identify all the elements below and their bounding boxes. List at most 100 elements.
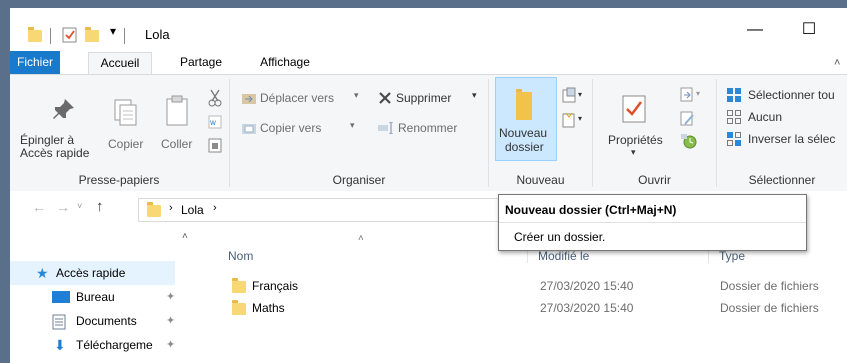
chevron-right-icon: ›	[213, 202, 217, 214]
window-title: Lola	[145, 27, 170, 42]
properties-button[interactable]: Propriétés ▾	[600, 77, 672, 159]
clipboard-group-label: Presse-papiers	[78, 173, 160, 187]
nav-item-label: Documents	[76, 314, 137, 328]
up-arrow-icon[interactable]: ↑	[96, 198, 104, 215]
new-group-label: Nouveau	[516, 173, 565, 187]
minimize-button[interactable]: —	[732, 20, 778, 40]
folder-icon	[147, 202, 161, 217]
new-folder-label-line2: dossier	[505, 140, 544, 154]
desktop-icon	[52, 291, 70, 303]
title-bar: ▾ Lola — ☐	[10, 8, 847, 48]
pin-label-line2: Accès rapide	[20, 146, 90, 160]
forward-arrow-icon[interactable]: →	[56, 199, 70, 215]
divider	[50, 28, 51, 44]
pin-icon	[53, 99, 74, 119]
column-header-modified[interactable]: Modifié le	[538, 249, 589, 263]
select-group-label: Sélectionner	[748, 173, 816, 187]
pin-icon[interactable]: ✦	[166, 309, 175, 333]
svg-text:W: W	[210, 120, 216, 127]
copy-to-icon	[242, 124, 256, 134]
copy-path-icon[interactable]: W	[208, 115, 222, 129]
tab-file[interactable]: Fichier	[10, 51, 60, 74]
table-row[interactable]: Maths 27/03/2020 15:40 Dossier de fichie…	[226, 298, 846, 318]
open-group-label: Ouvrir	[638, 173, 671, 187]
history-icon[interactable]	[680, 133, 698, 149]
pin-icon[interactable]: ✦	[166, 285, 175, 309]
tab-share[interactable]: Partage	[173, 52, 229, 74]
address-bar[interactable]: › Lola ›	[138, 198, 530, 222]
copy-button[interactable]: Copier	[100, 77, 150, 159]
nav-item-label: Téléchargeme	[76, 338, 153, 352]
maximize-button[interactable]: ☐	[786, 20, 832, 40]
svg-text:▾: ▾	[578, 90, 582, 99]
paste-label: Coller	[161, 137, 193, 151]
delete-button[interactable]: Supprimer ▾	[374, 87, 482, 109]
quick-access-toolbar-chevron-icon[interactable]: ▾	[110, 24, 116, 38]
breadcrumb-lola[interactable]: Lola	[181, 203, 204, 217]
group-divider	[229, 79, 230, 187]
nav-item-label: Accès rapide	[56, 266, 126, 280]
paste-shortcut-icon[interactable]	[208, 137, 222, 153]
tooltip-body: Créer un dossier.	[514, 230, 606, 244]
open-icon[interactable]: ▾	[680, 87, 704, 103]
delete-label: Supprimer	[396, 91, 452, 105]
copy-to-button[interactable]: Copier vers ▾	[236, 117, 368, 139]
new-folder-quick-icon[interactable]	[85, 27, 99, 42]
rename-icon	[378, 122, 393, 134]
invert-selection-label: Inverser la sélec	[748, 132, 836, 146]
ribbon: Épingler à Accès rapide Copier Coller W	[10, 74, 847, 193]
scroll-up-icon[interactable]: ˄	[182, 231, 188, 242]
select-all-button[interactable]: Sélectionner tou	[722, 85, 847, 105]
move-to-label: Déplacer vers	[260, 91, 335, 105]
new-item-icon[interactable]: ▾	[562, 87, 586, 105]
svg-text:▾: ▾	[578, 114, 582, 123]
properties-quick-icon[interactable]	[62, 27, 78, 43]
properties-label: Propriétés	[608, 133, 663, 147]
chevron-down-icon: ▾	[354, 90, 359, 100]
cut-icon[interactable]	[208, 89, 222, 107]
move-to-button[interactable]: Déplacer vers ▾	[236, 87, 368, 109]
file-type: Dossier de fichiers	[720, 279, 819, 293]
table-row[interactable]: Français 27/03/2020 15:40 Dossier de fic…	[226, 276, 846, 296]
collapse-ribbon-chevron-icon[interactable]: ˄	[834, 57, 840, 69]
paste-button[interactable]: Coller	[155, 77, 200, 159]
group-divider	[488, 79, 489, 187]
group-divider	[716, 79, 717, 187]
svg-text:▾: ▾	[696, 89, 700, 98]
invert-selection-button[interactable]: Inverser la sélec	[722, 129, 847, 149]
sort-ascending-icon: ˄	[358, 233, 364, 244]
select-none-label: Aucun	[748, 110, 783, 124]
select-none-button[interactable]: Aucun	[722, 107, 847, 127]
rename-button[interactable]: Renommer	[374, 117, 482, 139]
tab-view[interactable]: Affichage	[250, 52, 320, 74]
nav-item-downloads[interactable]: ⬇ Téléchargeme ✦	[10, 333, 175, 357]
column-header-type[interactable]: Type	[719, 249, 745, 263]
nav-item-desktop[interactable]: Bureau ✦	[10, 285, 175, 309]
edit-icon[interactable]	[680, 111, 696, 127]
explorer-window: ▾ Lola — ☐ Fichier Accueil Partage Affic…	[10, 8, 847, 363]
move-to-icon	[242, 94, 256, 104]
tab-home[interactable]: Accueil	[88, 52, 152, 75]
group-divider	[592, 79, 593, 187]
nav-item-documents[interactable]: Documents ✦	[10, 309, 175, 333]
documents-icon	[52, 314, 66, 330]
easy-access-icon[interactable]: ▾	[562, 111, 586, 129]
organize-group-label: Organiser	[332, 173, 386, 187]
file-name: Maths	[252, 301, 285, 315]
recent-locations-chevron-icon[interactable]: ˅	[77, 201, 82, 211]
nav-item-quick-access[interactable]: ★ Accès rapide	[10, 261, 175, 285]
select-all-label: Sélectionner tou	[748, 88, 835, 102]
copy-to-label: Copier vers	[260, 121, 322, 135]
download-icon: ⬇	[54, 337, 66, 353]
folder-icon	[232, 300, 246, 315]
column-header-name[interactable]: Nom	[228, 249, 253, 263]
back-arrow-icon[interactable]: ←	[32, 199, 46, 215]
pin-icon[interactable]: ✦	[166, 333, 175, 357]
copy-icon	[114, 99, 137, 126]
chevron-down-icon: ▾	[631, 147, 636, 157]
new-folder-button[interactable]: Nouveau dossier	[495, 77, 557, 161]
invert-selection-icon	[727, 132, 741, 146]
chevron-down-icon: ▾	[472, 90, 477, 100]
tooltip-divider	[499, 222, 806, 223]
paste-icon	[166, 95, 188, 126]
